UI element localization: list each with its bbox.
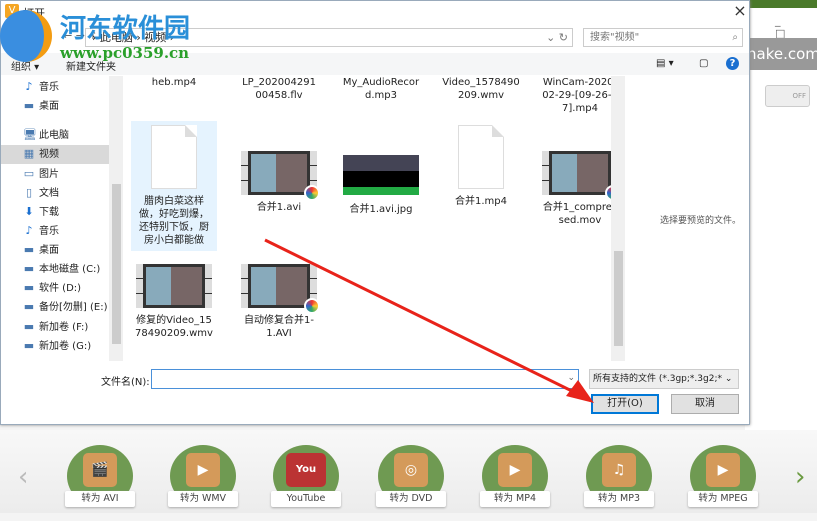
red-annotation-arrow [264, 238, 594, 403]
watermark-url: www.pc0359.cn [60, 44, 190, 62]
watermark-title: 河东软件园 [60, 14, 191, 44]
watermark-logo [0, 10, 52, 62]
watermark: 河东软件园 www.pc0359.cn [0, 8, 200, 68]
